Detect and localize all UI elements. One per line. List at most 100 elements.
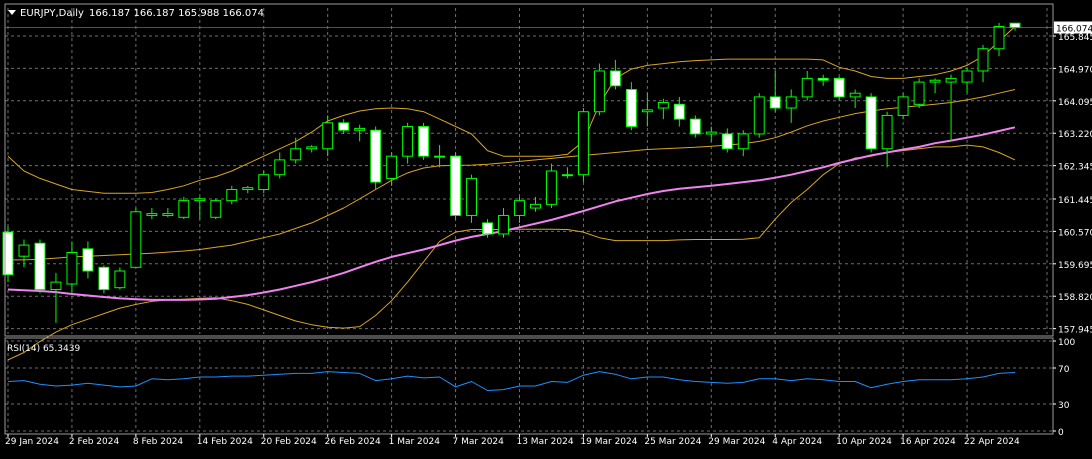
symbol-label: EURJPY,Daily	[20, 8, 84, 19]
y-tick-label: 159.695	[1058, 261, 1092, 271]
chart-header: EURJPY,Daily 166.187 166.187 165.988 166…	[8, 8, 264, 19]
candle-body	[50, 281, 62, 291]
x-tick-label: 16 Apr 2024	[900, 437, 956, 447]
candle-body	[258, 174, 270, 191]
y-tick-label: 162.345	[1058, 163, 1092, 173]
candle-body	[961, 70, 973, 83]
x-tick-label: 2 Feb 2024	[69, 437, 120, 447]
candle-body	[226, 189, 238, 202]
x-tick-label: 13 Mar 2024	[516, 437, 573, 447]
chart-window[interactable]: 165.845 164.970 164.095 163.220 162.345 161.4…	[0, 0, 1092, 455]
rsi-tick-label: 30	[1058, 401, 1070, 411]
candle	[418, 122, 430, 160]
candle	[913, 78, 925, 109]
candle-body	[130, 211, 142, 268]
candle-body	[593, 70, 605, 113]
candle-body	[514, 200, 525, 216]
y-tick-label: 160.570	[1058, 228, 1092, 238]
candle-body	[498, 214, 509, 235]
candle	[370, 126, 382, 190]
candle	[466, 174, 477, 223]
candle-body	[146, 213, 158, 216]
candle-body	[386, 155, 398, 179]
candle-body	[354, 127, 366, 131]
candle-body	[290, 148, 302, 161]
candle-body	[418, 126, 430, 157]
candle-body	[466, 177, 477, 216]
candle-body	[753, 96, 765, 135]
candle-body	[785, 96, 797, 109]
candle-body	[402, 126, 414, 157]
rsi-tick-label: 100	[1058, 338, 1075, 348]
candle-body	[306, 146, 318, 150]
x-tick-label: 22 Apr 2024	[964, 437, 1020, 447]
candle-body	[34, 242, 46, 291]
x-tick-label: 7 Mar 2024	[453, 437, 505, 447]
y-tick-label: 164.970	[1058, 65, 1092, 75]
candle-body	[849, 92, 861, 98]
candle-body	[801, 77, 813, 98]
candle-body	[450, 155, 462, 216]
candle-body	[993, 26, 1005, 50]
candle-body	[913, 81, 925, 105]
candle-body	[178, 200, 190, 218]
x-tick-label: 1 Mar 2024	[389, 437, 441, 447]
candle	[450, 152, 462, 220]
y-tick-label: 163.220	[1058, 130, 1092, 140]
candle-body	[673, 103, 685, 120]
y-tick-label: 158.820	[1058, 293, 1092, 303]
candle-body	[82, 248, 94, 272]
candle-body	[98, 266, 110, 291]
x-tick-label: 10 Apr 2024	[836, 437, 892, 447]
candle-body	[625, 89, 637, 128]
candle	[258, 171, 270, 194]
rsi-tick-label: 70	[1058, 365, 1070, 375]
candle-body	[561, 174, 573, 177]
rsi-tick-label: 0	[1058, 428, 1064, 438]
candle	[34, 239, 46, 294]
candle-body	[641, 109, 653, 113]
candle-body	[881, 114, 893, 150]
candle-body	[274, 159, 286, 176]
candle-body	[194, 198, 206, 202]
candle	[577, 108, 589, 183]
rsi-label: RSI(14) 65.3439	[7, 344, 80, 354]
chart-canvas[interactable]: 165.845164.970164.095163.220162.345161.4…	[0, 0, 1092, 455]
candle-body	[817, 77, 829, 81]
candle-body	[242, 187, 254, 191]
x-tick-label: 20 Feb 2024	[261, 437, 317, 447]
candle	[625, 82, 637, 131]
y-tick-label: 161.445	[1058, 196, 1092, 206]
candle	[593, 63, 605, 116]
candle-body	[577, 111, 589, 176]
candle	[98, 265, 110, 294]
candle-body	[705, 131, 717, 135]
candle-body	[482, 222, 493, 235]
candle-body	[929, 79, 941, 83]
candle-body	[657, 101, 669, 109]
candle-body	[945, 77, 957, 83]
candle	[210, 198, 222, 220]
candle-body	[338, 122, 350, 131]
candle	[833, 76, 845, 101]
candle	[178, 196, 190, 220]
candle-body	[769, 96, 781, 109]
candle-body	[530, 203, 541, 209]
x-tick-label: 8 Feb 2024	[133, 437, 184, 447]
candle-body	[66, 252, 78, 285]
current-price-label: 166.074	[1056, 24, 1092, 34]
candle-body	[434, 155, 446, 158]
candle	[689, 115, 701, 138]
candle-body	[977, 48, 989, 72]
candle-body	[833, 77, 845, 98]
x-tick-label: 26 Feb 2024	[325, 437, 381, 447]
candle	[897, 93, 909, 120]
candle-body	[897, 96, 909, 116]
candle-body	[609, 70, 621, 87]
candle-body	[737, 133, 749, 150]
y-tick-label: 164.095	[1058, 98, 1092, 108]
candle-body	[322, 122, 334, 150]
candle-body	[210, 200, 222, 218]
candle-body	[546, 170, 557, 205]
candle	[114, 267, 126, 290]
